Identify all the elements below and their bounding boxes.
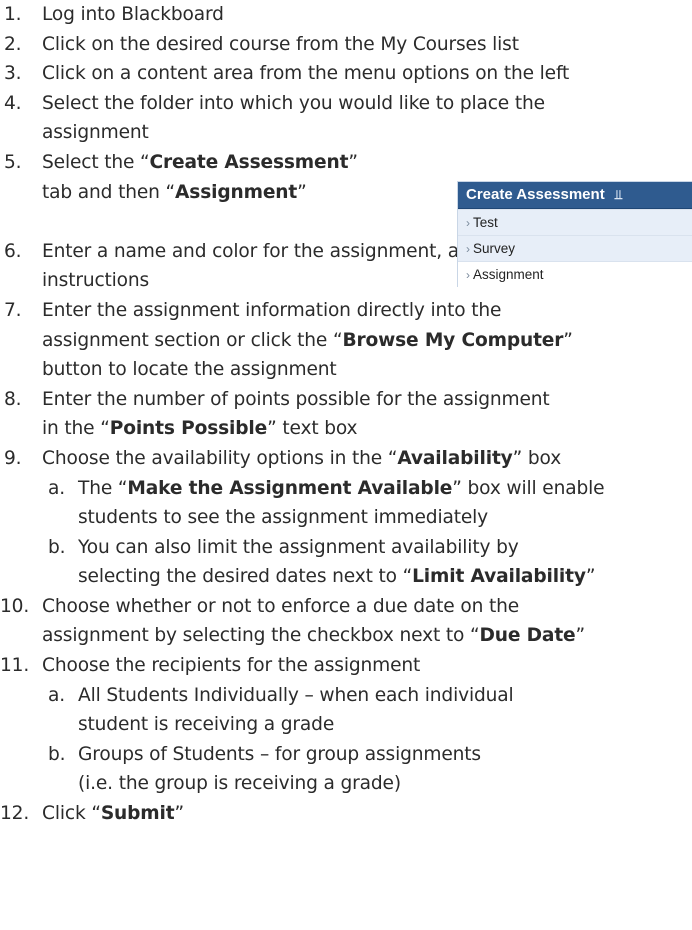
step-text: instructions: [42, 270, 150, 292]
step-text: Select the folder into which you would l…: [42, 92, 545, 114]
step-text: student is receiving a grade: [78, 714, 335, 736]
step-9: 9. Choose the availability options in th…: [0, 444, 692, 474]
step-text: Click on the desired course from the My …: [42, 33, 519, 55]
step-bold: Assignment: [175, 181, 298, 203]
chevron-right-icon: ›: [466, 216, 470, 230]
step-text: You can also limit the assignment availa…: [78, 536, 519, 558]
step-text: assignment section or click the “: [42, 329, 343, 351]
step-text: ” text box: [267, 418, 358, 440]
step-10: 10. Choose whether or not to enforce a d…: [0, 592, 692, 651]
step-text: All Students Individually – when each in…: [78, 684, 514, 706]
step-text: button to locate the assignment: [42, 359, 337, 381]
step-text: assignment by selecting the checkbox nex…: [42, 625, 480, 647]
step-bold: Limit Availability: [412, 566, 586, 588]
step-text: Choose the recipients for the assignment: [42, 655, 421, 677]
step-text: Choose whether or not to enforce a due d…: [42, 595, 520, 617]
step-text: ”: [297, 181, 307, 203]
step-text: ”: [348, 151, 358, 173]
substep-letter: b.: [48, 536, 66, 558]
step-text: Select the “: [42, 151, 150, 173]
step-text: in the “: [42, 418, 110, 440]
menu-item-label: Assignment: [473, 267, 544, 282]
step-text: ”: [575, 625, 586, 647]
step-12: 12. Click “Submit”: [0, 799, 692, 829]
step-number: 9.: [4, 447, 22, 469]
step-text: Click “: [42, 803, 101, 825]
step-number: 11.: [0, 655, 30, 677]
step-4: 4. Select the folder into which you woul…: [0, 89, 692, 148]
step-bold: Create Assessment: [149, 151, 349, 173]
step-7: 7. Enter the assignment information dire…: [0, 296, 692, 385]
menu-header-label: Create Assessment: [466, 186, 605, 203]
step-number: 12.: [0, 803, 30, 825]
step-text: students to see the assignment immediate…: [78, 507, 489, 529]
step-text: ”: [585, 566, 596, 588]
step-bold: Make the Assignment Available: [127, 477, 453, 499]
substep-letter: a.: [48, 684, 66, 706]
step-text: ” box: [512, 447, 562, 469]
step-text: selecting the desired dates next to “: [78, 566, 413, 588]
step-number: 2.: [4, 33, 22, 55]
step-8: 8. Enter the number of points possible f…: [0, 385, 692, 444]
step-bold: Points Possible: [109, 418, 268, 440]
step-3: 3. Click on a content area from the menu…: [0, 59, 692, 89]
create-assessment-menu: Create Assessment ⫫ › Test › Survey › Assig…: [457, 181, 692, 287]
step-11: 11. Choose the recipients for the assign…: [0, 651, 692, 681]
substep-letter: a.: [48, 477, 66, 499]
step-1: 1. Log into Blackboard: [0, 0, 692, 30]
step-text: Enter the number of points possible for …: [42, 388, 550, 410]
step-text: tab and then “: [42, 181, 176, 203]
step-number: 7.: [4, 299, 22, 321]
step-number: 8.: [4, 388, 22, 410]
step-bold: Browse My Computer: [342, 329, 564, 351]
step-text: Choose the availability options in the “: [42, 447, 398, 469]
menu-item-test[interactable]: › Test: [458, 209, 692, 235]
menu-item-assignment[interactable]: › Assignment: [458, 261, 692, 287]
step-text: ”: [174, 803, 185, 825]
step-number: 10.: [0, 595, 30, 617]
step-bold: Availability: [397, 447, 513, 469]
step-bold: Submit: [100, 803, 175, 825]
step-text: Groups of Students – for group assignmen…: [78, 743, 481, 765]
double-chevron-down-icon: ⫫: [614, 187, 623, 202]
step-11a: a. All Students Individually – when each…: [0, 681, 692, 740]
step-text: Enter the assignment information directl…: [42, 299, 502, 321]
step-number: 1.: [4, 4, 22, 25]
step-text: ”: [563, 329, 573, 351]
menu-item-survey[interactable]: › Survey: [458, 235, 692, 261]
substep-letter: b.: [48, 743, 66, 765]
steps-list: 1. Log into Blackboard 2. Click on the d…: [0, 0, 692, 829]
step-text: Click on a content area from the menu op…: [42, 63, 570, 85]
step-number: 4.: [4, 92, 22, 114]
menu-item-label: Test: [473, 215, 498, 230]
menu-item-label: Survey: [473, 241, 516, 256]
step-number: 6.: [4, 240, 22, 262]
step-bold: Due Date: [479, 625, 576, 647]
step-text: ” box will enable: [452, 477, 605, 499]
create-assessment-button[interactable]: Create Assessment ⫫: [458, 182, 692, 209]
chevron-right-icon: ›: [466, 268, 470, 282]
step-number: 3.: [4, 63, 22, 85]
step-number: 5.: [4, 151, 22, 173]
step-2: 2. Click on the desired course from the …: [0, 30, 692, 60]
step-text: (i.e. the group is receiving a grade): [78, 773, 401, 795]
step-text: assignment: [42, 122, 149, 144]
chevron-right-icon: ›: [466, 242, 470, 256]
step-11b: b. Groups of Students – for group assign…: [0, 740, 692, 799]
step-9b: b. You can also limit the assignment ava…: [0, 533, 692, 592]
step-9a: a. The “Make the Assignment Available” b…: [0, 474, 692, 533]
step-text: Log into Blackboard: [42, 4, 224, 25]
